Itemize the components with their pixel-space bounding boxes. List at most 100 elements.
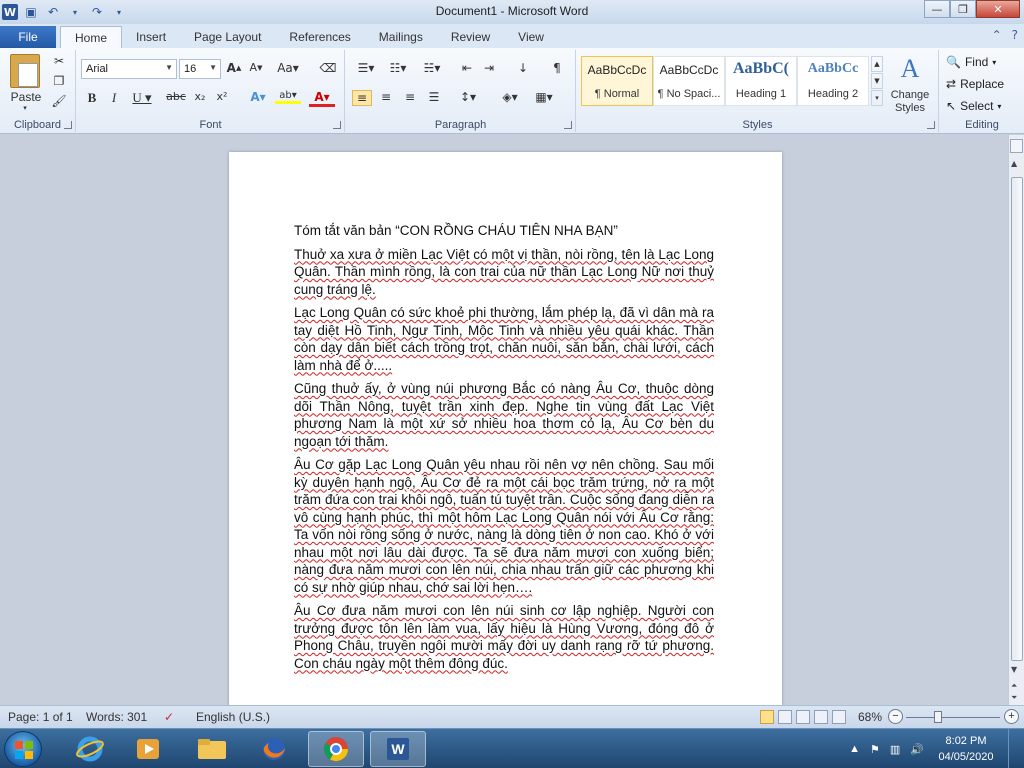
zoom-slider-thumb[interactable]: [934, 711, 942, 723]
zoom-in-button[interactable]: +: [1004, 709, 1019, 724]
start-button[interactable]: [4, 731, 42, 767]
font-color-icon[interactable]: A▾: [309, 90, 335, 107]
styles-scroll-up-icon[interactable]: ▲: [871, 56, 883, 72]
align-left-icon[interactable]: ≡: [352, 90, 372, 106]
scroll-up-icon[interactable]: ▲: [1011, 159, 1017, 168]
bullets-icon[interactable]: ☰▾: [352, 61, 380, 75]
view-ruler-icon[interactable]: [1010, 139, 1023, 153]
tab-insert[interactable]: Insert: [122, 26, 180, 48]
scroll-down-icon[interactable]: ▼: [1011, 665, 1017, 674]
bold-icon[interactable]: B: [83, 90, 101, 106]
line-spacing-icon[interactable]: ↕▾: [454, 90, 482, 104]
grow-font-icon[interactable]: A ▲: [225, 61, 243, 75]
italic-icon[interactable]: I: [105, 90, 123, 106]
superscript-icon[interactable]: x²: [213, 90, 231, 103]
media-player-icon[interactable]: [120, 731, 176, 767]
highlight-icon[interactable]: ab▾: [275, 90, 301, 104]
undo-icon[interactable]: ↶: [44, 3, 62, 21]
proofing-icon[interactable]: ✓: [164, 710, 174, 724]
subscript-icon[interactable]: x₂: [191, 90, 209, 103]
zoom-slider-track[interactable]: [906, 717, 1000, 718]
document-text[interactable]: Tóm tắt văn bản “CON RỒNG CHÁU TIÊN NHA …: [294, 222, 714, 678]
cut-icon[interactable]: ✂: [50, 54, 68, 68]
strikethrough-icon[interactable]: abc: [165, 90, 187, 103]
show-desktop-button[interactable]: [1008, 729, 1020, 768]
copy-icon[interactable]: ❐: [50, 74, 68, 88]
customize-quick-access-icon[interactable]: ▾: [110, 3, 128, 21]
multilevel-list-icon[interactable]: ☵▾: [418, 61, 446, 75]
shrink-font-icon[interactable]: A ▼: [247, 61, 265, 74]
replace-button[interactable]: ⇄ Replace: [946, 75, 1004, 93]
align-center-icon[interactable]: ≡: [376, 90, 396, 104]
previous-page-icon[interactable]: ⏶: [1011, 681, 1017, 691]
document-paragraph[interactable]: Cũng thuở ấy, ở vùng núi phương Bắc có n…: [294, 380, 714, 450]
change-styles-icon[interactable]: A: [893, 54, 927, 84]
next-page-icon[interactable]: ⏷: [1011, 693, 1017, 703]
paragraph-launcher-icon[interactable]: [564, 121, 572, 129]
scroll-thumb[interactable]: [1011, 177, 1023, 661]
document-area[interactable]: Tóm tắt văn bản “CON RỒNG CHÁU TIÊN NHA …: [0, 135, 1008, 705]
style-heading-2[interactable]: AaBbCc Heading 2: [797, 56, 869, 106]
language[interactable]: English (U.S.): [196, 710, 270, 724]
vertical-scrollbar[interactable]: ▲ ▼ ⏶ ⏷: [1008, 135, 1024, 705]
tab-file[interactable]: File: [0, 26, 56, 48]
clear-formatting-icon[interactable]: ⌫: [319, 61, 337, 75]
save-icon[interactable]: ▣: [22, 3, 40, 21]
style-no-spacing[interactable]: AaBbCcDc ¶ No Spaci...: [653, 56, 725, 106]
style-normal[interactable]: AaBbCcDc ¶ Normal: [581, 56, 653, 106]
tab-mailings[interactable]: Mailings: [365, 26, 437, 48]
clock[interactable]: 8:02 PM 04/05/2020: [934, 733, 998, 765]
word-icon[interactable]: W: [2, 4, 18, 20]
styles-scroll-down-icon[interactable]: ▼: [871, 73, 883, 89]
tab-review[interactable]: Review: [437, 26, 504, 48]
minimize-button[interactable]: —: [924, 0, 950, 18]
paste-icon[interactable]: [10, 54, 40, 88]
document-paragraph[interactable]: Âu Cơ đưa năm mươi con lên núi sinh cơ l…: [294, 602, 714, 672]
paste-button[interactable]: Paste: [6, 90, 46, 104]
font-launcher-icon[interactable]: [333, 121, 341, 129]
paste-dropdown-icon[interactable]: ▾: [18, 104, 32, 112]
print-layout-icon[interactable]: [760, 710, 774, 724]
tab-references[interactable]: References: [275, 26, 364, 48]
word-count[interactable]: Words: 301: [86, 710, 147, 724]
tab-page-layout[interactable]: Page Layout: [180, 26, 275, 48]
increase-indent-icon[interactable]: ⇥: [480, 61, 498, 75]
document-paragraph[interactable]: Thuở xa xưa ở miền Lạc Việt có một vị th…: [294, 246, 714, 299]
tab-home[interactable]: Home: [60, 26, 123, 48]
document-page[interactable]: Tóm tắt văn bản “CON RỒNG CHÁU TIÊN NHA …: [229, 152, 782, 705]
zoom-out-button[interactable]: −: [888, 709, 903, 724]
format-painter-icon[interactable]: 🖌: [50, 94, 68, 108]
borders-icon[interactable]: ▦▾: [530, 90, 558, 104]
redo-icon[interactable]: ↷: [88, 3, 106, 21]
minimize-ribbon-icon[interactable]: ⌃: [992, 28, 1002, 42]
word-icon[interactable]: W: [370, 731, 426, 767]
show-formatting-icon[interactable]: ¶: [548, 61, 566, 75]
draft-icon[interactable]: [832, 710, 846, 724]
styles-more-icon[interactable]: ▾: [871, 90, 883, 106]
styles-launcher-icon[interactable]: [927, 121, 935, 129]
tab-view[interactable]: View: [504, 26, 558, 48]
chevron-down-icon[interactable]: ▾: [66, 3, 84, 21]
volume-icon[interactable]: 🔊: [910, 743, 924, 756]
zoom-level[interactable]: 68%: [858, 710, 882, 724]
firefox-icon[interactable]: [246, 731, 302, 767]
change-styles-button[interactable]: Change: [887, 89, 933, 101]
align-right-icon[interactable]: ≡: [400, 90, 420, 104]
font-name-combo[interactable]: Arial ▼: [81, 59, 177, 79]
web-layout-icon[interactable]: [796, 710, 810, 724]
find-button[interactable]: 🔍 Find ▾: [946, 53, 996, 71]
sort-icon[interactable]: ↓: [514, 61, 532, 75]
outline-icon[interactable]: [814, 710, 828, 724]
network-icon[interactable]: ▥: [890, 743, 900, 756]
text-effects-icon[interactable]: A▾: [245, 90, 271, 104]
document-paragraph[interactable]: Lạc Long Quân có sức khoẻ phi thường, lắ…: [294, 304, 714, 374]
internet-explorer-icon[interactable]: [62, 731, 118, 767]
numbering-icon[interactable]: ☷▾: [384, 61, 412, 75]
close-button[interactable]: ✕: [976, 0, 1020, 18]
shading-icon[interactable]: ◈▾: [496, 90, 524, 104]
help-icon[interactable]: ?: [1012, 28, 1018, 42]
page-count[interactable]: Page: 1 of 1: [8, 710, 73, 724]
action-center-flag-icon[interactable]: ⚑: [870, 743, 880, 756]
style-heading-1[interactable]: AaBbC( Heading 1: [725, 56, 797, 106]
chrome-icon[interactable]: [308, 731, 364, 767]
